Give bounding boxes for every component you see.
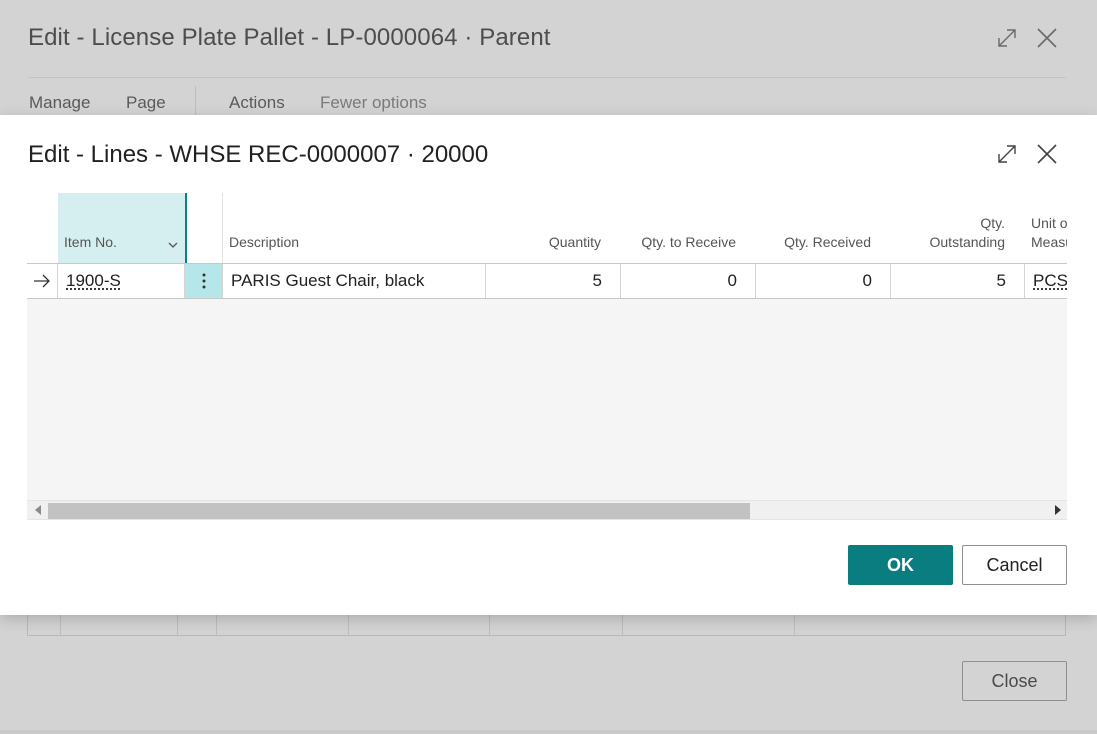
header-row-indicator — [27, 193, 58, 263]
cell-item-no[interactable]: 1900-S — [58, 264, 185, 298]
column-header-menu — [187, 193, 223, 263]
column-header-item-no[interactable]: Item No. — [58, 193, 187, 263]
dialog-title: Edit - Lines - WHSE REC-0000007 · 20000 — [28, 141, 489, 168]
cell-qty-outstanding[interactable]: 5 — [891, 264, 1025, 298]
expand-icon[interactable] — [995, 26, 1019, 50]
uom-link[interactable]: PCS — [1033, 271, 1067, 291]
horizontal-scrollbar[interactable] — [27, 500, 1067, 520]
cell-unit-of-measure[interactable]: PCS — [1025, 264, 1067, 298]
column-header-label: Description — [229, 234, 300, 250]
column-header-description[interactable]: Description — [223, 193, 486, 263]
expand-icon[interactable] — [995, 142, 1019, 166]
column-header-quantity[interactable]: Quantity — [486, 193, 621, 263]
scroll-left-icon[interactable] — [35, 505, 41, 515]
chevron-down-icon[interactable] — [167, 237, 179, 249]
column-header-label: Measure — [1031, 234, 1067, 250]
column-header-label: Unit of — [1031, 215, 1067, 231]
table-row[interactable]: 1900-S PARIS Guest Chair, black 5 0 0 5 … — [27, 264, 1067, 299]
parent-lines-grid — [27, 614, 1066, 636]
cell-qty-received[interactable]: 0 — [756, 264, 891, 298]
more-vertical-icon[interactable] — [185, 264, 223, 298]
grid-empty-area — [27, 299, 1067, 500]
column-header-unit-of-measure[interactable]: Unit of Measure — [1025, 193, 1067, 263]
arrow-right-icon — [27, 264, 58, 298]
ok-button[interactable]: OK — [848, 545, 953, 585]
scroll-right-icon[interactable] — [1055, 505, 1061, 515]
grid-header: Item No. Description Quantity Qty. to Re… — [27, 193, 1067, 264]
cell-description[interactable]: PARIS Guest Chair, black — [223, 264, 486, 298]
close-icon[interactable] — [1035, 142, 1059, 166]
edit-lines-dialog: Edit - Lines - WHSE REC-0000007 · 20000 … — [0, 115, 1097, 615]
parent-dialog-title: Edit - License Plate Pallet - LP-0000064… — [28, 24, 551, 51]
column-header-label: Qty. to Receive — [641, 234, 736, 250]
column-header-label: Qty. Received — [784, 234, 871, 250]
column-header-qty-outstanding[interactable]: Qty. Outstanding — [891, 193, 1025, 263]
item-no-link[interactable]: 1900-S — [66, 271, 121, 291]
close-icon[interactable] — [1035, 26, 1059, 50]
column-header-qty-received[interactable]: Qty. Received — [756, 193, 891, 263]
scrollbar-thumb[interactable] — [48, 503, 750, 519]
cell-qty-to-receive[interactable]: 0 — [621, 264, 756, 298]
lines-grid: Item No. Description Quantity Qty. to Re… — [27, 193, 1067, 501]
menu-separator — [195, 86, 196, 118]
column-header-label: Outstanding — [929, 234, 1006, 250]
column-header-label: Item No. — [64, 234, 117, 250]
close-button[interactable]: Close — [962, 661, 1067, 701]
cell-quantity[interactable]: 5 — [486, 264, 621, 298]
column-header-label: Qty. — [980, 215, 1005, 231]
menu-page[interactable]: Page — [126, 93, 166, 113]
divider — [28, 77, 1066, 78]
menu-manage[interactable]: Manage — [29, 93, 90, 113]
menu-actions[interactable]: Actions — [229, 93, 285, 113]
column-header-label: Quantity — [548, 234, 601, 250]
cancel-button[interactable]: Cancel — [962, 545, 1067, 585]
column-header-qty-to-receive[interactable]: Qty. to Receive — [621, 193, 756, 263]
bottom-divider — [0, 730, 1097, 734]
menu-fewer-options[interactable]: Fewer options — [320, 93, 427, 113]
